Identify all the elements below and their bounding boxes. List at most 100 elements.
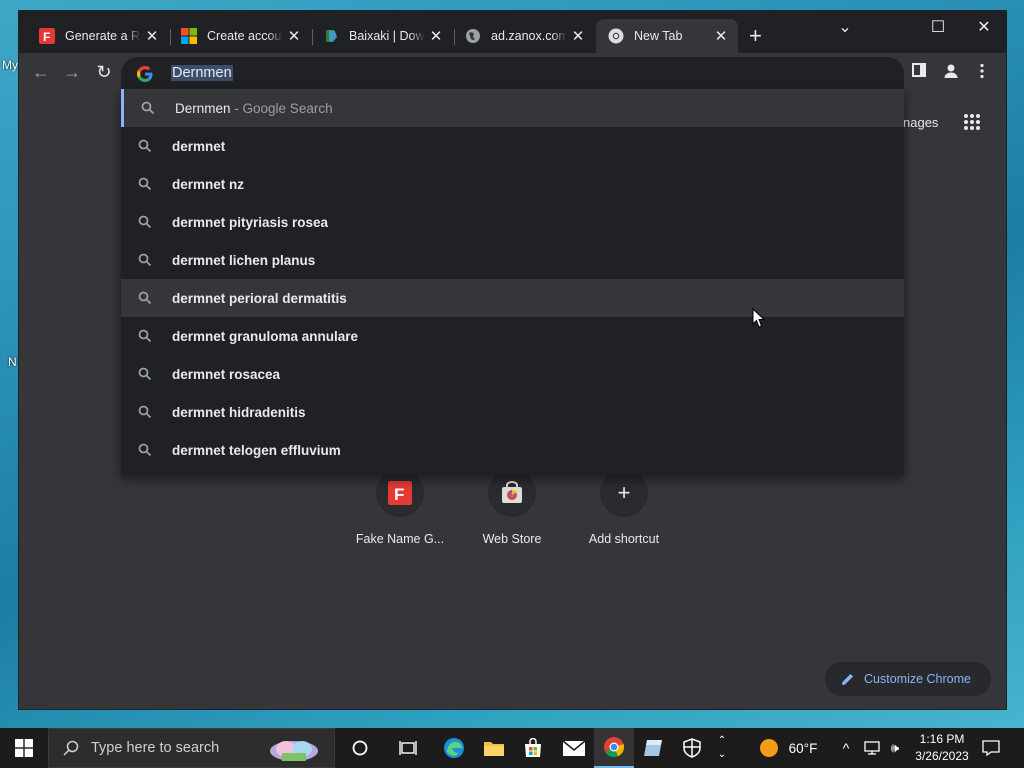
suggestion-text: dermnet rosacea xyxy=(172,366,281,382)
tab-close-button[interactable]: ✕ xyxy=(710,27,732,45)
suggestion-item[interactable]: dermnet granuloma annulare xyxy=(121,317,904,355)
microsoft-favicon-icon xyxy=(181,28,197,44)
mouse-cursor-icon xyxy=(752,308,766,328)
tab-new-tab[interactable]: New Tab ✕ xyxy=(596,19,738,53)
search-icon xyxy=(138,405,152,419)
omnibox-suggestions: Dernmen - Google Search dermnet dermnet … xyxy=(121,89,904,475)
omnibox-input[interactable]: Dernmen xyxy=(171,65,233,81)
back-button[interactable]: ← xyxy=(30,61,52,83)
start-button[interactable] xyxy=(0,728,48,768)
file-explorer-icon[interactable] xyxy=(475,728,513,768)
baixaki-favicon-icon xyxy=(326,30,337,42)
search-icon xyxy=(138,367,152,381)
suggestion-item[interactable]: dermnet rosacea xyxy=(121,355,904,393)
tab-fakename[interactable]: F Generate a Ra ✕ xyxy=(27,19,169,53)
suggestion-text: dermnet lichen planus xyxy=(172,252,316,268)
browser-window: F Generate a Ra ✕ Create accoun ✕ Baixak… xyxy=(18,10,1007,710)
suggestion-item[interactable]: dermnet lichen planus xyxy=(121,241,904,279)
shortcut-tile: + xyxy=(600,469,648,517)
search-icon xyxy=(63,740,79,756)
windows-security-icon[interactable] xyxy=(673,728,711,768)
search-icon xyxy=(141,101,155,115)
suggestion-item[interactable]: dermnet perioral dermatitis xyxy=(121,279,904,317)
notification-icon[interactable] xyxy=(976,728,1006,768)
suggestion-text: dermnet granuloma annulare xyxy=(172,328,359,344)
shortcut-tile: F xyxy=(376,469,424,517)
reload-button[interactable]: ↻ xyxy=(93,61,115,83)
svg-text:F: F xyxy=(43,30,50,44)
tab-search-button[interactable]: ⌄ xyxy=(822,17,868,37)
tab-close-button[interactable]: ✕ xyxy=(425,27,447,45)
shortcut-webstore[interactable]: Web Store xyxy=(457,469,567,546)
globe-icon xyxy=(466,29,480,43)
omnibox[interactable]: Dernmen xyxy=(121,57,904,91)
mail-icon[interactable] xyxy=(555,728,593,768)
tab-strip: F Generate a Ra ✕ Create accoun ✕ Baixak… xyxy=(19,11,1006,53)
chrome-taskbar-icon[interactable] xyxy=(594,728,634,768)
shortcut-label: Web Store xyxy=(482,532,542,546)
tab-title: Generate a Ra xyxy=(65,29,141,43)
suggestion-item[interactable]: Dernmen - Google Search xyxy=(121,89,904,127)
images-link[interactable]: nages xyxy=(903,115,938,130)
fakename-favicon-icon: F xyxy=(39,28,55,44)
taskbar-scroll[interactable]: ⌃ ⌄ xyxy=(712,728,732,768)
apps-grid-icon[interactable] xyxy=(963,113,981,131)
google-g-icon xyxy=(137,66,153,82)
menu-kebab-icon[interactable] xyxy=(980,63,984,83)
tab-microsoft[interactable]: Create accoun ✕ xyxy=(169,19,311,53)
edge-icon[interactable] xyxy=(435,728,473,768)
tab-close-button[interactable]: ✕ xyxy=(283,27,305,45)
app-icon[interactable] xyxy=(634,728,672,768)
weather-widget[interactable]: 60°F xyxy=(752,728,824,768)
suggestion-item[interactable]: dermnet nz xyxy=(121,165,904,203)
shortcut-label: Fake Name G... xyxy=(355,532,445,546)
suggestion-description: - Google Search xyxy=(230,100,333,116)
maximize-button[interactable]: ☐ xyxy=(915,17,961,37)
shortcut-tile xyxy=(488,469,536,517)
shortcut-fakename[interactable]: F Fake Name G... xyxy=(345,469,455,546)
sun-icon xyxy=(759,739,778,757)
clock-date: 3/26/2023 xyxy=(915,749,969,763)
volume-icon[interactable]: 🕪 xyxy=(884,728,906,768)
forward-button[interactable]: → xyxy=(61,61,83,83)
shortcut-add[interactable]: + Add shortcut xyxy=(569,469,679,546)
close-window-button[interactable]: ✕ xyxy=(961,17,1007,37)
profile-icon[interactable] xyxy=(943,63,959,83)
toolbar: ← → ↻ Dernmen xyxy=(19,53,1006,91)
suggestion-text: dermnet perioral dermatitis xyxy=(172,290,347,306)
suggestion-text: Dernmen xyxy=(175,100,231,116)
tab-zanox[interactable]: ad.zanox.com ✕ xyxy=(453,19,595,53)
tab-title: Create accoun xyxy=(207,29,283,43)
suggestion-item[interactable]: dermnet hidradenitis xyxy=(121,393,904,431)
suggestion-item[interactable]: dermnet pityriasis rosea xyxy=(121,203,904,241)
cortana-icon[interactable] xyxy=(341,728,379,768)
new-tab-button[interactable]: + xyxy=(749,25,762,47)
search-icon xyxy=(138,139,152,153)
taskbar-search-placeholder: Type here to search xyxy=(91,740,220,756)
customize-chrome-button[interactable]: Customize Chrome xyxy=(825,662,991,696)
tray-overflow-icon[interactable]: ^ xyxy=(836,728,856,768)
clock[interactable]: 1:16 PM 3/26/2023 xyxy=(912,728,972,768)
tab-close-button[interactable]: ✕ xyxy=(141,27,163,45)
side-panel-icon[interactable] xyxy=(912,63,926,81)
taskbar: Type here to search ⌃ ⌄ 60°F ^ 🕪 1:16 PM xyxy=(0,728,1024,768)
chevron-down-icon[interactable]: ⌄ xyxy=(718,748,726,762)
search-icon xyxy=(138,291,152,305)
chrome-favicon-icon xyxy=(608,28,624,44)
tab-close-button[interactable]: ✕ xyxy=(567,27,589,45)
suggestion-text: dermnet pityriasis rosea xyxy=(172,214,329,230)
plus-icon: + xyxy=(617,480,631,505)
task-view-icon[interactable] xyxy=(389,728,427,768)
windows-logo-icon xyxy=(15,739,33,757)
tab-baixaki[interactable]: Baixaki | Down ✕ xyxy=(311,19,453,53)
weather-temperature: 60°F xyxy=(788,740,818,756)
microsoft-store-icon[interactable] xyxy=(514,728,552,768)
taskbar-search-box[interactable]: Type here to search xyxy=(48,728,335,768)
suggestion-item[interactable]: dermnet xyxy=(121,127,904,165)
suggestion-item[interactable]: dermnet telogen effluvium xyxy=(121,431,904,469)
customize-chrome-label: Customize Chrome xyxy=(864,672,971,686)
chevron-up-icon[interactable]: ⌃ xyxy=(718,734,726,748)
shortcut-label: Add shortcut xyxy=(588,532,660,546)
network-icon[interactable] xyxy=(860,728,884,768)
suggestion-text: dermnet nz xyxy=(172,176,245,192)
